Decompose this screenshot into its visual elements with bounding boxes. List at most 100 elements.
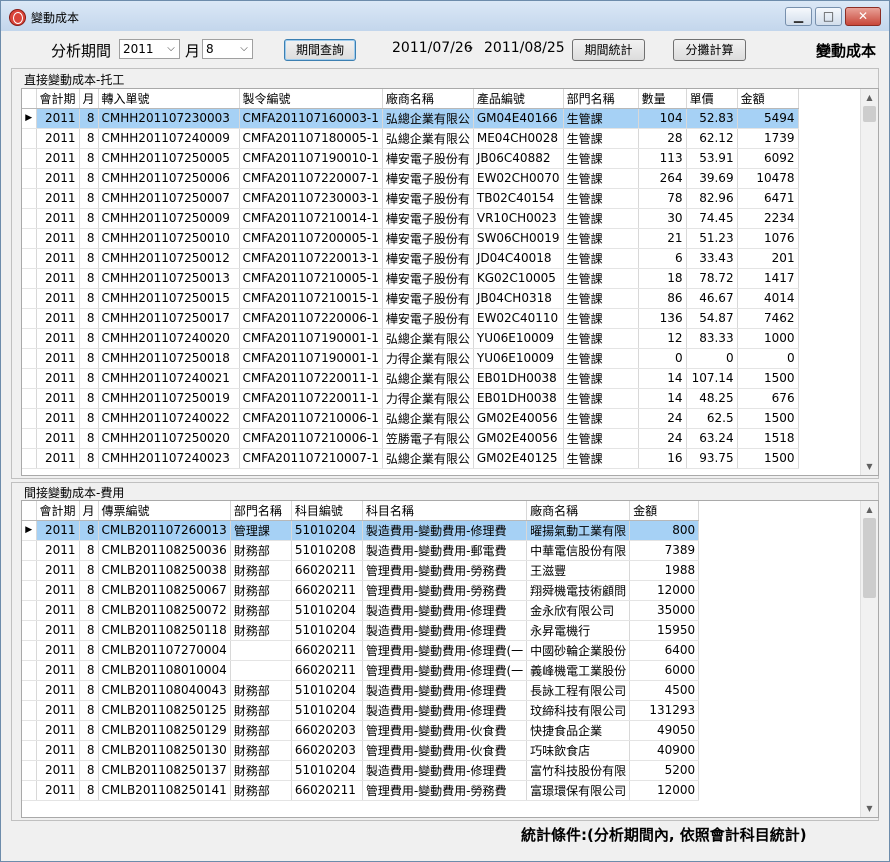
table-cell[interactable]: 83.33 [686,328,738,349]
table-cell[interactable]: CMFA201107220011-1 [239,368,383,389]
table-cell[interactable]: GM04E40166 [473,108,564,129]
table-cell[interactable]: 107.14 [686,368,738,389]
row-header[interactable] [22,720,37,741]
table-cell[interactable]: 51010204 [291,520,363,541]
table-cell[interactable]: 7389 [629,540,700,561]
table-cell[interactable]: 1739 [737,128,799,149]
table-cell[interactable]: 翔舜機電技術顧問 [526,580,631,601]
row-header[interactable] [22,640,37,661]
table-cell[interactable]: 8 [79,388,99,409]
table-cell[interactable]: CMFA201107210015-1 [239,288,383,309]
table-cell[interactable]: 2011 [36,188,80,209]
table-cell[interactable]: 1417 [737,268,799,289]
table-cell[interactable]: 曜揚氣動工業有限 [526,520,631,541]
table-cell[interactable]: 財務部 [230,780,292,801]
table-cell[interactable]: 2011 [36,428,80,449]
table-cell[interactable]: 28 [638,128,687,149]
table-cell[interactable]: GM02E40125 [473,448,564,469]
table-cell[interactable]: 生管課 [563,168,639,189]
column-header[interactable]: 月 [79,501,99,521]
table-cell[interactable]: 生管課 [563,228,639,249]
table-cell[interactable]: 8 [79,268,99,289]
table-cell[interactable]: 中華電信股份有限 [526,540,631,561]
table-cell[interactable]: 5494 [737,108,799,129]
table-cell[interactable]: 6092 [737,148,799,169]
table-cell[interactable]: 10478 [737,168,799,189]
indirect-cost-grid[interactable]: 會計期月傳票編號 部門名稱 科目編號 科目名稱 廠商名稱 金額 ▶ 2011 8 CMLB201… [21,500,879,818]
column-header[interactable]: 產品編號 [473,89,564,109]
table-cell[interactable]: 富璟環保有限公司 [526,780,631,801]
row-pointer-icon[interactable]: ▶ [22,520,37,541]
table-cell[interactable]: 財務部 [230,700,292,721]
indirect-cost-row[interactable]: 2011 8 CMLB201107270004 66020211 管理費用-變動費用-修… [22,640,700,661]
table-cell[interactable]: 管理費用-變動費用-勞務費 [362,580,528,601]
column-header[interactable]: 部門名稱 [563,89,639,109]
table-cell[interactable]: 2011 [36,368,80,389]
scroll-up-icon[interactable]: ▲ [861,501,878,518]
table-cell[interactable]: 66020203 [291,740,363,761]
table-cell[interactable]: CMFA201107220013-1 [239,248,383,269]
column-header[interactable]: 數量 [638,89,687,109]
table-cell[interactable]: 管理費用-變動費用-勞務費 [362,560,528,581]
row-header[interactable] [22,248,37,269]
table-cell[interactable]: 16 [638,448,687,469]
table-cell[interactable]: CMHH201107250007 [98,188,240,209]
table-cell[interactable]: 樺安電子股份有 [382,288,474,309]
table-cell[interactable]: 管理費用-變動費用-伙食費 [362,740,528,761]
table-cell[interactable]: 1518 [737,428,799,449]
scroll-up-icon[interactable]: ▲ [861,89,878,106]
table-cell[interactable]: 8 [79,408,99,429]
table-cell[interactable]: 2011 [36,348,80,369]
table-cell[interactable]: 生管課 [563,268,639,289]
table-cell[interactable]: CMFA201107210005-1 [239,268,383,289]
column-header[interactable]: 廠商名稱 [382,89,474,109]
table-cell[interactable]: 1988 [629,560,700,581]
column-header[interactable]: 轉入單號 [98,89,240,109]
table-cell[interactable]: CMLB201108040043 [98,680,231,701]
table-cell[interactable]: 1000 [737,328,799,349]
table-cell[interactable]: JD04C40018 [473,248,564,269]
table-cell[interactable]: 樺安電子股份有 [382,308,474,329]
table-cell[interactable]: 樺安電子股份有 [382,208,474,229]
table-cell[interactable]: 巧味飲食店 [526,740,631,761]
table-cell[interactable]: 2011 [36,328,80,349]
row-header[interactable] [22,760,37,781]
table-cell[interactable]: 8 [79,680,99,701]
indirect-cost-row[interactable]: 2011 8 CMLB201108250072 財務部 51010204 製造費用-變動費… [22,600,700,621]
row-header[interactable] [22,388,37,409]
table-cell[interactable]: 8 [79,428,99,449]
table-cell[interactable]: 生管課 [563,448,639,469]
scroll-down-icon[interactable]: ▼ [861,800,878,817]
table-cell[interactable]: EW02CH0070 [473,168,564,189]
direct-cost-row[interactable]: 2011 8 CMHH201107250017 CMFA201107220006-1 樺… [22,308,799,329]
table-cell[interactable]: 676 [737,388,799,409]
table-cell[interactable]: CMFA201107230003-1 [239,188,383,209]
table-cell[interactable]: 2011 [36,540,80,561]
row-header[interactable] [22,128,37,149]
row-header[interactable] [22,428,37,449]
table-cell[interactable]: CMHH201107250012 [98,248,240,269]
table-cell[interactable]: CMHH201107240020 [98,328,240,349]
table-cell[interactable]: CMHH201107250020 [98,428,240,449]
direct-scroll-thumb[interactable] [863,106,876,122]
table-cell[interactable]: 快捷食品企業 [526,720,631,741]
table-cell[interactable]: 2011 [36,168,80,189]
table-cell[interactable]: 生管課 [563,328,639,349]
table-cell[interactable]: 8 [79,560,99,581]
direct-cost-row[interactable]: 2011 8 CMHH201107250007 CMFA201107230003-1 樺… [22,188,799,209]
direct-cost-row[interactable]: 2011 8 CMHH201107250010 CMFA201107200005-1 樺… [22,228,799,249]
table-cell[interactable]: CMLB201107260013 [98,520,231,541]
table-cell[interactable]: 51.23 [686,228,738,249]
query-button[interactable]: 期間查詢 [284,39,356,61]
table-cell[interactable]: 8 [79,600,99,621]
table-cell[interactable]: 財務部 [230,580,292,601]
table-cell[interactable]: 財務部 [230,760,292,781]
table-cell[interactable]: CMHH201107250009 [98,208,240,229]
table-cell[interactable]: CMFA201107190001-1 [239,328,383,349]
column-header[interactable]: 會計期 [36,89,80,109]
table-cell[interactable]: 51010204 [291,760,363,781]
table-cell[interactable]: 長詠工程有限公司 [526,680,631,701]
table-cell[interactable]: 62.12 [686,128,738,149]
row-header[interactable] [22,268,37,289]
table-cell[interactable]: 51010204 [291,700,363,721]
